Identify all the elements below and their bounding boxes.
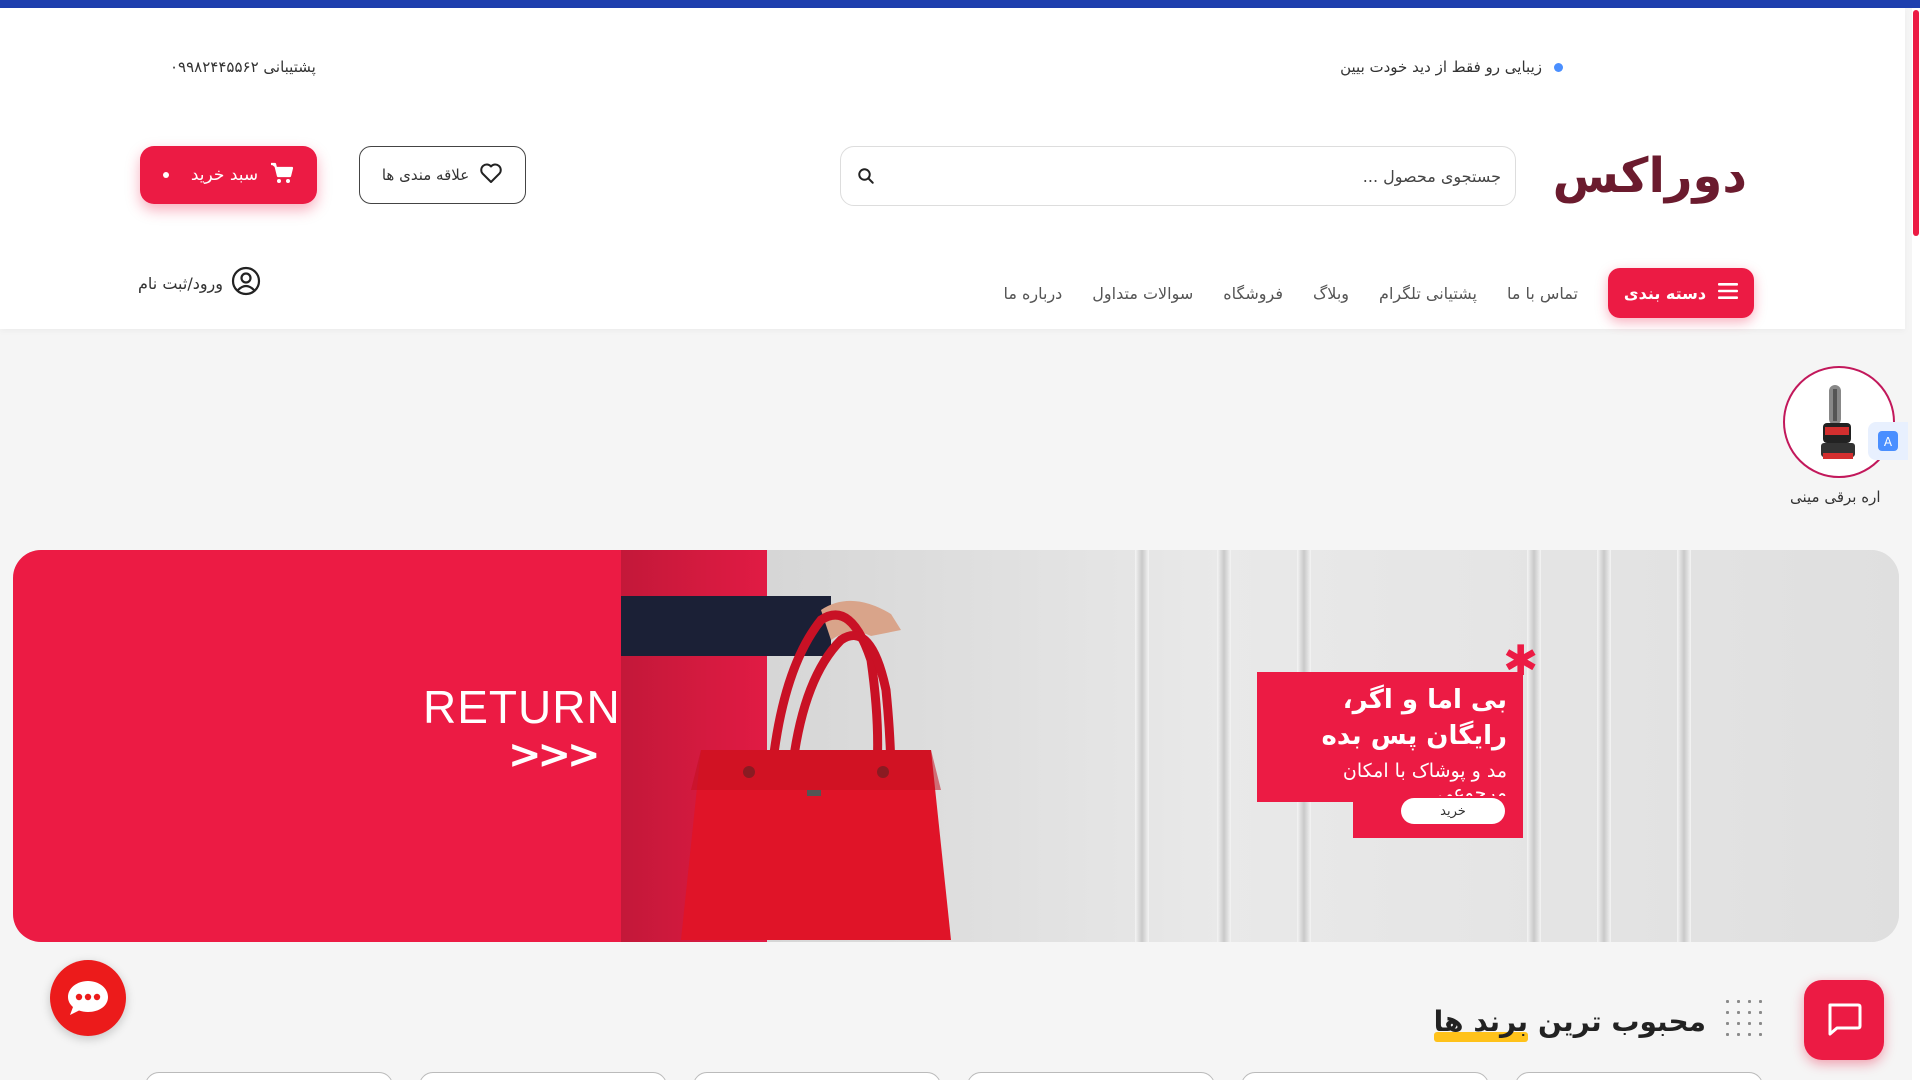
support-phone[interactable]: پشتیبانی ۰۹۹۸۲۴۴۵۵۶۲: [170, 58, 316, 76]
cart-icon: [270, 162, 294, 189]
wall-panel: [1217, 550, 1231, 942]
banner-return-text: RETURN: [423, 681, 621, 733]
promo-line1: بی اما و اگر،: [1342, 685, 1507, 715]
handbag-image: [621, 596, 951, 940]
promo-line2: رایگان پس بده: [1321, 721, 1507, 751]
heart-icon: [479, 162, 503, 188]
nav-about[interactable]: درباره ما: [1003, 284, 1062, 303]
chat-bubble-icon: [68, 981, 108, 1015]
category-label: دسته بندی: [1623, 283, 1707, 303]
page-scrollbar-thumb[interactable]: [1913, 10, 1919, 236]
login-link[interactable]: ورود/ثبت نام: [138, 266, 261, 300]
brands-title-part2: برند ها: [1433, 1005, 1529, 1042]
site-header: زیبایی رو فقط از دید خودت بیین پشتیبانی …: [0, 8, 1905, 329]
brand-card[interactable]: [967, 1072, 1215, 1080]
chat-bubble-button[interactable]: [50, 960, 126, 1036]
promo-buy-button[interactable]: خرید: [1401, 798, 1505, 824]
bullet-dot-icon: [1554, 62, 1563, 72]
search-box: [840, 146, 1516, 206]
announcement-bar: زیبایی رو فقط از دید خودت بیین: [1340, 58, 1563, 76]
wall-panel: [1597, 550, 1611, 942]
translate-icon[interactable]: A: [1868, 422, 1908, 460]
chainsaw-icon: [1821, 385, 1855, 459]
wall-panel: [1527, 550, 1541, 942]
brand-card[interactable]: [1241, 1072, 1489, 1080]
cart-count-dot: [162, 172, 169, 178]
svg-text:A: A: [1884, 435, 1893, 449]
wishlist-button[interactable]: علاقه مندی ها: [359, 146, 526, 204]
nav-blog[interactable]: وبلاگ: [1313, 284, 1349, 303]
banner-arrows: >>>: [508, 732, 601, 778]
nav-contact[interactable]: تماس با ما: [1507, 284, 1578, 303]
story-label: اره برقی مینی: [1790, 488, 1881, 506]
brand-card[interactable]: [419, 1072, 667, 1080]
site-logo[interactable]: دوراکس: [1553, 148, 1748, 204]
brand-card[interactable]: [693, 1072, 941, 1080]
announcement-text: زیبایی رو فقط از دید خودت بیین: [1340, 58, 1542, 76]
promo-box: بی اما و اگر، رایگان پس بده مد و پوشاک ب…: [1257, 672, 1523, 804]
brand-card[interactable]: [1515, 1072, 1763, 1080]
search-input[interactable]: [877, 166, 1501, 186]
login-label: ورود/ثبت نام: [138, 273, 224, 293]
main-nav: دسته بندی تماس با ما پشتیانی تلگرام وبلا…: [1003, 268, 1754, 318]
brands-section-title: محبوب ترین برند ها: [1433, 1005, 1706, 1042]
search-icon[interactable]: [855, 165, 877, 187]
nav-faq[interactable]: سوالات متداول: [1092, 284, 1193, 303]
hero-banner[interactable]: RETURN >>> ✱ بی اما و اگر، رایگان پس بده…: [13, 550, 1899, 942]
support-chat-button[interactable]: [1804, 980, 1884, 1060]
nav-telegram-support[interactable]: پشتیانی تلگرام: [1379, 284, 1477, 303]
wishlist-label: علاقه مندی ها: [381, 166, 470, 184]
cart-button[interactable]: سبد خرید: [140, 146, 317, 204]
brand-card[interactable]: [145, 1072, 393, 1080]
top-accent-bar: [0, 0, 1920, 8]
user-icon: [231, 266, 261, 300]
category-button[interactable]: دسته بندی: [1608, 268, 1754, 318]
nav-shop[interactable]: فروشگاه: [1223, 284, 1283, 303]
message-icon: [1828, 1003, 1862, 1036]
hamburger-icon: [1718, 283, 1739, 303]
dot-grid-decoration: [1722, 996, 1768, 1042]
cart-label: سبد خرید: [190, 165, 259, 185]
wall-panel: [1677, 550, 1691, 942]
brands-title-part1: محبوب ترین: [1537, 1005, 1706, 1038]
